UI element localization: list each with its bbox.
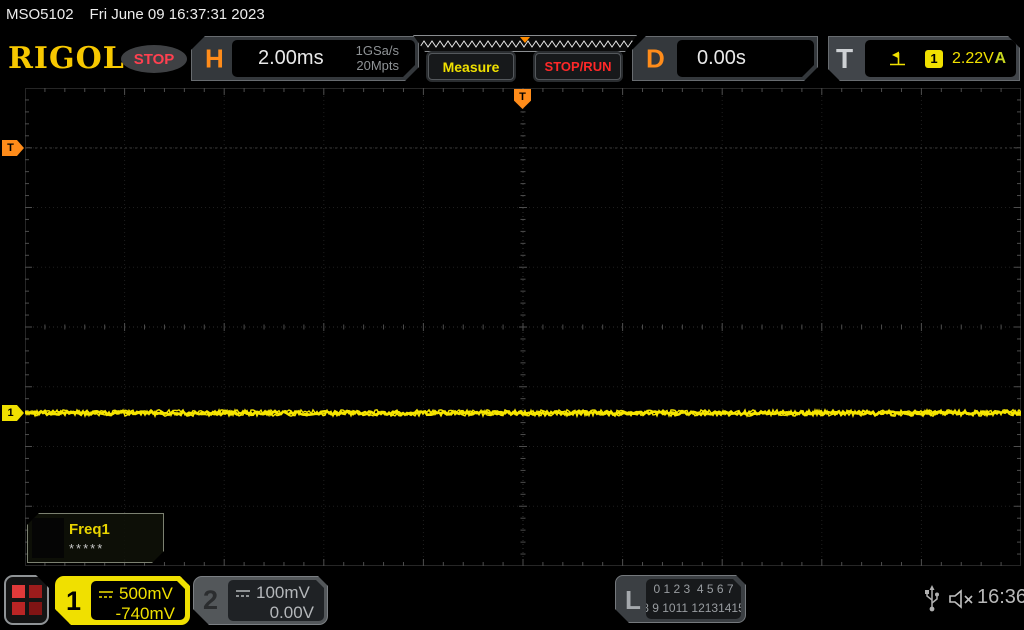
channel1-number: 1 bbox=[66, 586, 82, 616]
delay-label: D bbox=[646, 43, 665, 73]
date-time: Fri June 09 16:37:31 2023 bbox=[89, 6, 265, 23]
stop-run-button-label: STOP/RUN bbox=[544, 59, 612, 74]
model-name: MSO5102 bbox=[6, 6, 74, 23]
timebase-value: 2.00ms bbox=[258, 47, 324, 69]
channel1-position-marker-label: 1 bbox=[7, 407, 14, 419]
channel2-values: 100mV 0.00V bbox=[228, 580, 324, 621]
sample-rate: 1GSa/s bbox=[355, 42, 399, 58]
measure-button-label: Measure bbox=[442, 58, 500, 75]
horizontal-settings-box[interactable]: H 2.00ms 1GSa/s 20Mpts bbox=[191, 36, 419, 81]
trigger-level-value: 2.22V bbox=[952, 49, 994, 67]
horizontal-label: H bbox=[205, 43, 224, 73]
waveform-overview-strip[interactable] bbox=[413, 35, 637, 52]
channel1-scale: 500mV bbox=[119, 584, 173, 603]
dc-coupling-icon bbox=[98, 590, 114, 599]
oscilloscope-screen: MSO5102 Fri June 09 16:37:31 2023 RIGOL S… bbox=[0, 0, 1024, 630]
logic-analyzer-badge[interactable]: L 0 1 2 3 4 5 6 7 8 9 1011 12131415 bbox=[615, 575, 746, 623]
measurement-value: ***** bbox=[69, 541, 105, 556]
measurement-freq1-box[interactable]: Freq1 ***** bbox=[27, 513, 164, 563]
usb-icon bbox=[925, 585, 939, 612]
trigger-source-badge: 1 bbox=[925, 50, 943, 68]
trigger-label: T bbox=[836, 42, 854, 74]
waveform-display-grid bbox=[25, 88, 1021, 566]
speaker-muted-icon[interactable] bbox=[948, 588, 974, 610]
channel2-number: 2 bbox=[203, 585, 219, 615]
channel1-position-marker[interactable]: 1 bbox=[2, 405, 24, 421]
trigger-values: 1 2.22V A bbox=[865, 40, 1016, 77]
logic-channel-list: 0 1 2 3 4 5 6 7 8 9 1011 12131415 bbox=[646, 579, 741, 619]
run-state-badge: STOP bbox=[121, 45, 187, 73]
memory-depth: 20Mpts bbox=[356, 57, 399, 73]
delay-settings-box[interactable]: D 0.00s bbox=[632, 36, 818, 81]
measurement-label: Freq1 bbox=[69, 521, 110, 538]
trigger-level-marker[interactable]: T bbox=[2, 140, 24, 156]
delay-value: 0.00s bbox=[697, 47, 746, 69]
sample-rate-memory: 1GSa/s 20Mpts bbox=[356, 44, 399, 74]
trigger-position-marker-label: T bbox=[519, 91, 526, 103]
menu-grid-icon bbox=[12, 585, 42, 615]
dc-coupling-icon bbox=[235, 589, 251, 598]
main-menu-button[interactable] bbox=[4, 575, 49, 625]
rigol-logo: RIGOL bbox=[8, 41, 125, 76]
channel2-badge[interactable]: 2 100mV 0.00V bbox=[193, 576, 328, 625]
measurement-swatch bbox=[32, 518, 64, 558]
trigger-slope-icon bbox=[889, 51, 907, 67]
channel1-badge[interactable]: 1 500mV -740mV bbox=[55, 576, 190, 625]
graticule-svg bbox=[25, 88, 1021, 566]
channel2-offset: 0.00V bbox=[269, 603, 314, 622]
stop-run-button[interactable]: STOP/RUN bbox=[535, 53, 621, 80]
logic-channels-row2: 8 9 1011 12131415 bbox=[642, 601, 745, 615]
trigger-settings-box[interactable]: T 1 2.22V A bbox=[828, 36, 1020, 81]
horizontal-values: 2.00ms 1GSa/s 20Mpts bbox=[232, 40, 415, 77]
channel2-scale: 100mV bbox=[256, 583, 310, 602]
logic-channels-row1: 0 1 2 3 4 5 6 7 bbox=[653, 582, 734, 597]
trigger-mode: A bbox=[994, 49, 1006, 67]
measure-button[interactable]: Measure bbox=[428, 53, 514, 80]
logic-analyzer-label: L bbox=[625, 585, 641, 615]
status-bar: MSO5102 Fri June 09 16:37:31 2023 bbox=[6, 6, 281, 23]
delay-values: 0.00s bbox=[677, 40, 814, 77]
channel1-offset: -740mV bbox=[115, 604, 175, 623]
trigger-level-marker-label: T bbox=[7, 142, 14, 154]
overview-trigger-position-icon[interactable] bbox=[520, 37, 530, 43]
system-clock: 16:36 bbox=[977, 586, 1024, 608]
channel1-values: 500mV -740mV bbox=[91, 581, 185, 620]
